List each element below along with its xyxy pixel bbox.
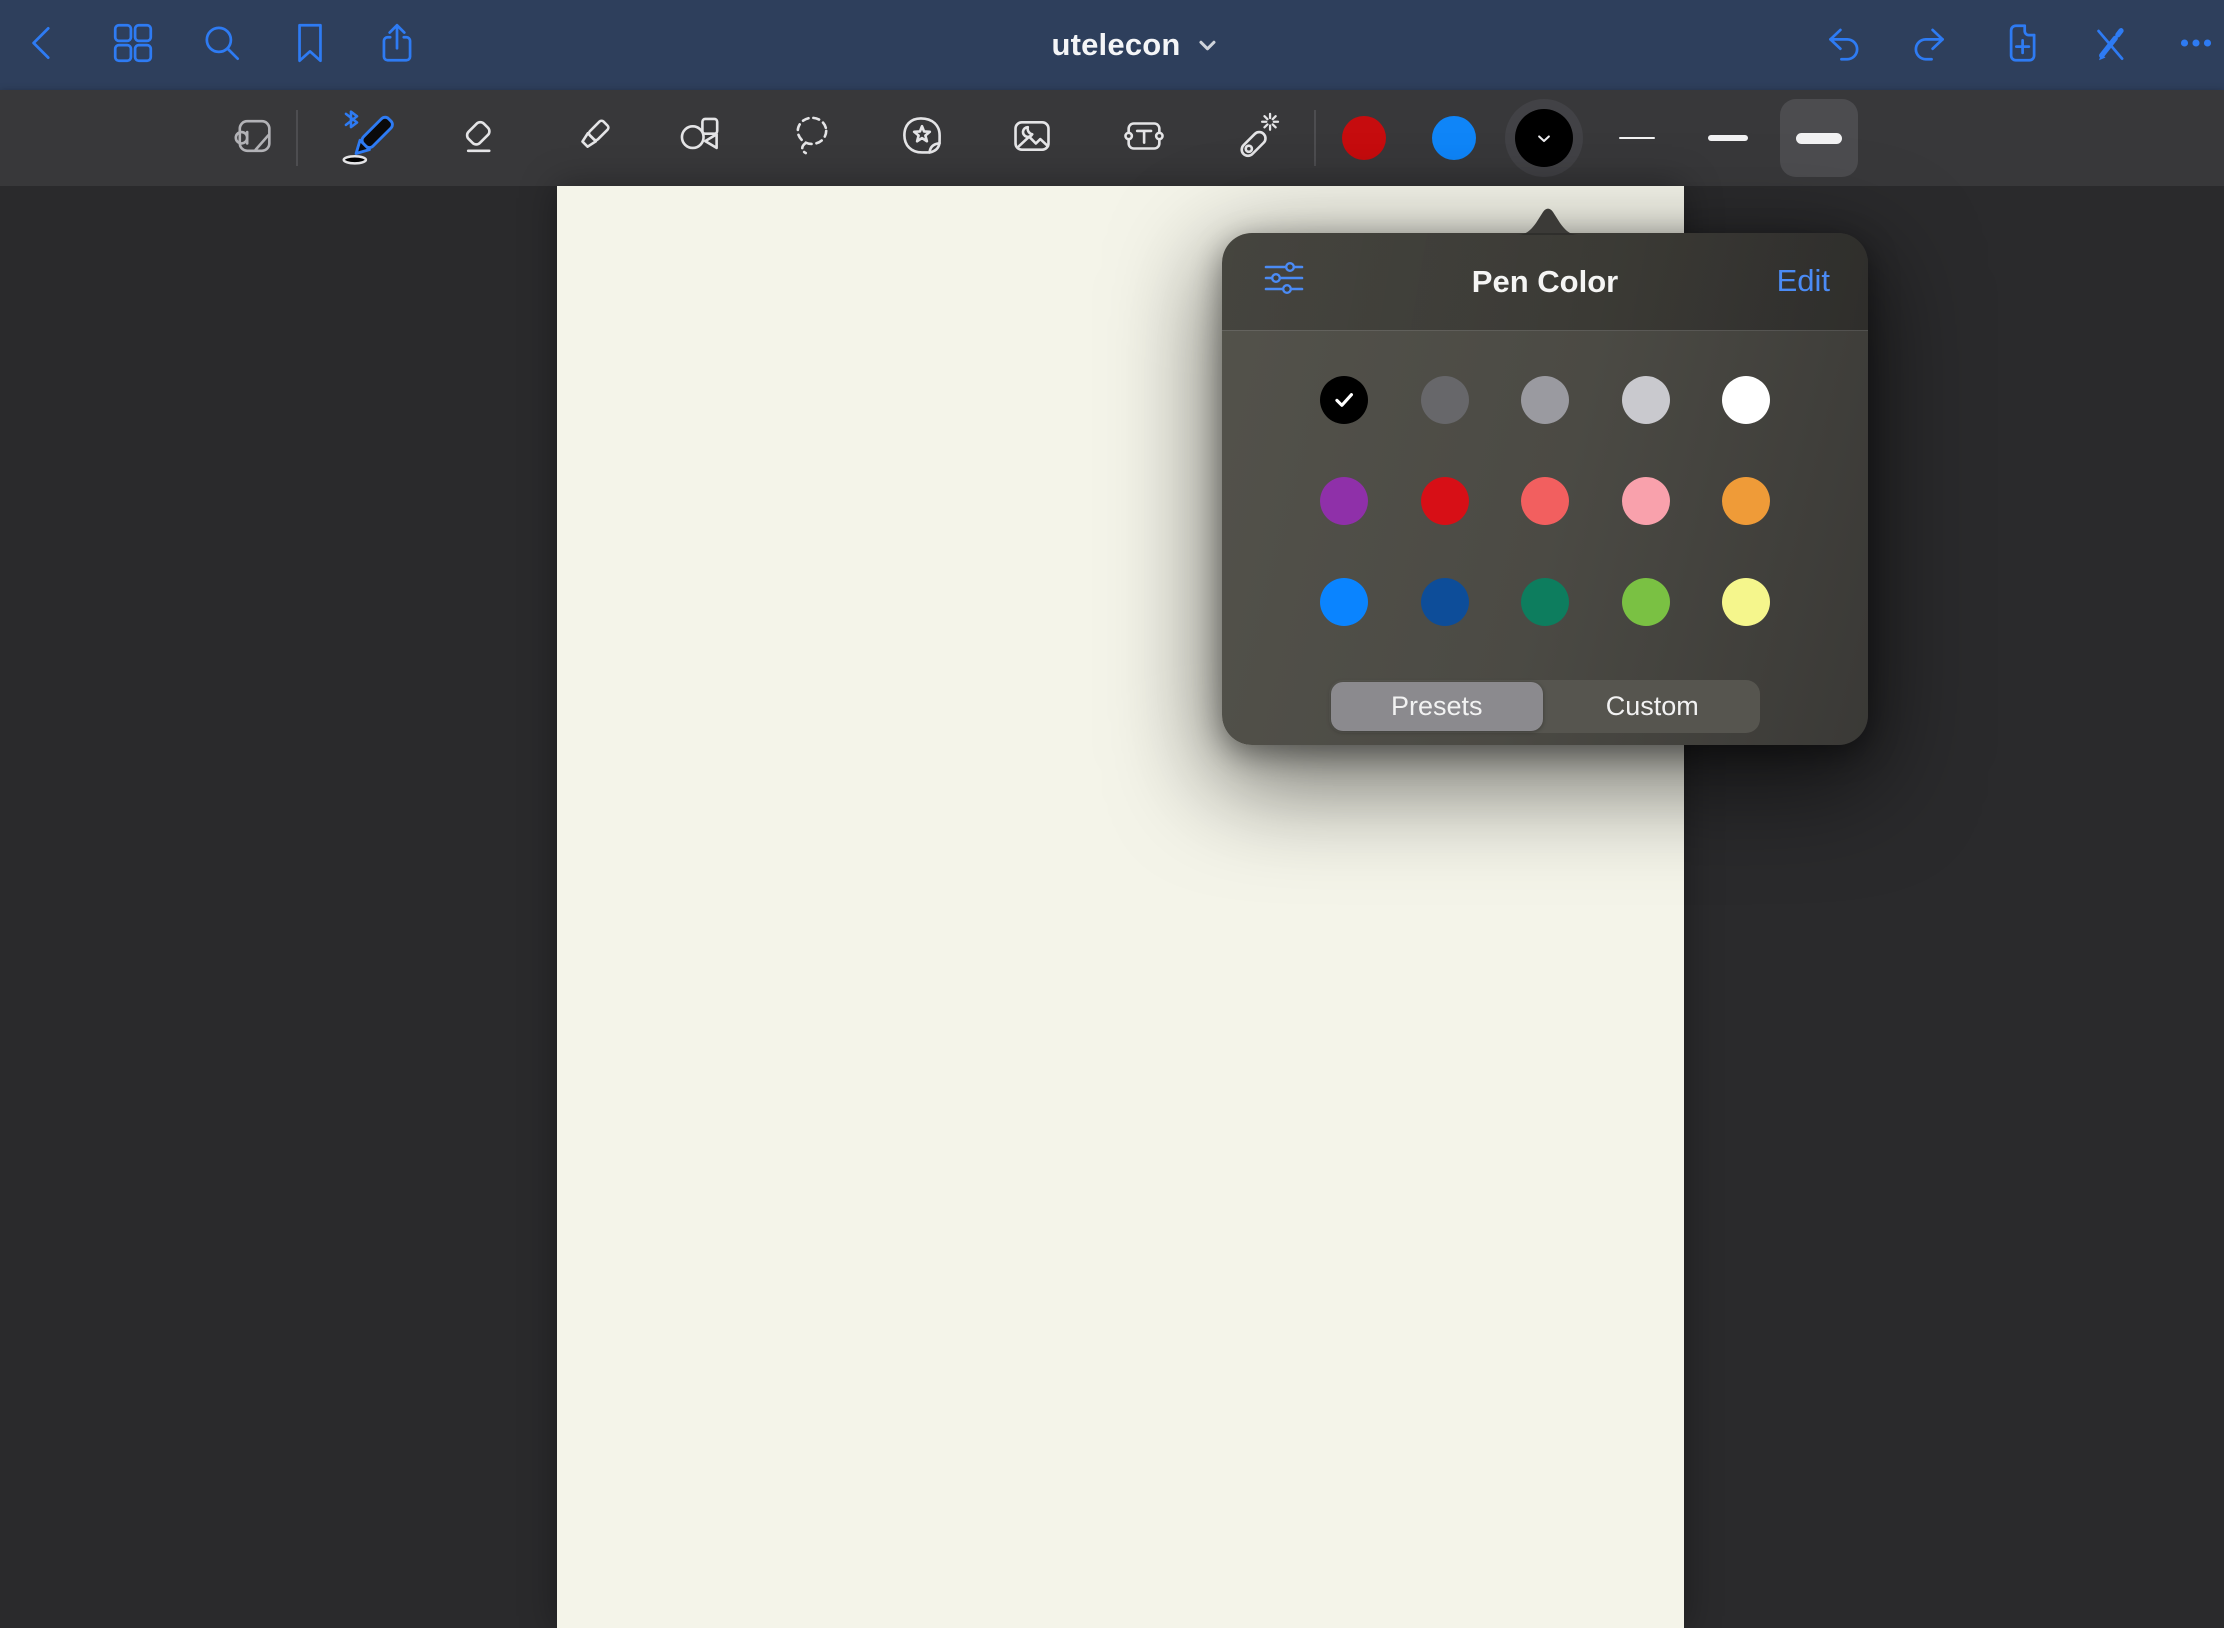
document-title: utelecon	[1051, 27, 1180, 63]
color-swatch-orange[interactable]	[1722, 477, 1770, 525]
share-icon	[374, 20, 420, 71]
search-icon	[199, 20, 245, 71]
color-swatch-blue[interactable]	[1320, 578, 1368, 626]
back-button[interactable]	[15, 17, 71, 73]
add-page-button[interactable]	[1992, 17, 2048, 73]
chevron-down-icon	[1527, 121, 1561, 155]
tab-presets[interactable]: Presets	[1331, 682, 1543, 731]
color-swatch-coral[interactable]	[1521, 477, 1569, 525]
laser-pointer-tool[interactable]	[1225, 106, 1289, 170]
color-swatch-purple[interactable]	[1320, 477, 1368, 525]
stroke-line-thin	[1619, 137, 1655, 140]
stroke-width-thick[interactable]	[1780, 99, 1858, 177]
tab-custom[interactable]: Custom	[1547, 682, 1759, 731]
palette-row	[1320, 376, 1770, 424]
color-swatch-teal[interactable]	[1521, 578, 1569, 626]
text-icon	[1119, 111, 1169, 166]
pen-color-grid	[1320, 376, 1770, 679]
page-panel-tool[interactable]	[222, 106, 286, 170]
color-swatch-red[interactable]	[1421, 477, 1469, 525]
pen-tool-selected[interactable]	[335, 106, 399, 170]
color-swatch-black[interactable]	[1320, 376, 1368, 424]
search-button[interactable]	[194, 17, 250, 73]
popover-header: Pen Color Edit	[1222, 233, 1868, 331]
sticker-star-icon	[897, 111, 947, 166]
bookmark-button[interactable]	[282, 17, 338, 73]
laser-pointer-icon	[1232, 111, 1282, 166]
grid-view-icon	[110, 20, 156, 71]
tools-toolbar	[0, 90, 2224, 186]
toolbar-color-black[interactable]	[1505, 99, 1583, 177]
back-chevron-icon	[20, 20, 66, 71]
popover-arrow	[1516, 203, 1580, 235]
palette-row	[1320, 477, 1770, 525]
palette-row	[1320, 578, 1770, 626]
color-swatch-light-gray[interactable]	[1622, 376, 1670, 424]
stroke-width-medium[interactable]	[1689, 99, 1767, 177]
toolbar-color-swatches	[1325, 99, 1583, 177]
document-title-menu[interactable]: utelecon	[1051, 0, 1220, 90]
shapes-icon	[674, 111, 724, 166]
pen-toggle-icon	[2086, 20, 2132, 71]
stroke-line-medium	[1708, 135, 1748, 141]
goodnotes-app-window: utelecon	[0, 0, 2224, 1628]
color-swatch-gray[interactable]	[1521, 376, 1569, 424]
image-icon	[1007, 111, 1057, 166]
eraser-tool[interactable]	[447, 106, 511, 170]
undo-icon	[1820, 20, 1866, 71]
thumbnails-button[interactable]	[105, 17, 161, 73]
popover-title: Pen Color	[1222, 264, 1868, 300]
lasso-tool[interactable]	[780, 106, 844, 170]
text-tool[interactable]	[1112, 106, 1176, 170]
highlighter-tool[interactable]	[560, 106, 624, 170]
more-options-button[interactable]	[2168, 17, 2224, 73]
stroke-width-options	[1598, 99, 1858, 177]
page-panel-icon	[229, 111, 279, 166]
pen-mode-toggle-button[interactable]	[2081, 17, 2137, 73]
color-swatch-yellow[interactable]	[1722, 578, 1770, 626]
color-swatch-dark-gray[interactable]	[1421, 376, 1469, 424]
color-swatch-navy[interactable]	[1421, 578, 1469, 626]
color-swatch-green[interactable]	[1622, 578, 1670, 626]
top-navigation-bar: utelecon	[0, 0, 2224, 90]
color-swatch-pink[interactable]	[1622, 477, 1670, 525]
more-ellipsis-icon	[2173, 20, 2219, 71]
color-swatch-white[interactable]	[1722, 376, 1770, 424]
undo-button[interactable]	[1815, 17, 1871, 73]
lasso-icon	[787, 111, 837, 166]
redo-button[interactable]	[1902, 17, 1958, 73]
pen-bluetooth-icon	[336, 105, 398, 172]
toolbar-divider	[296, 110, 298, 166]
pen-settings-button[interactable]	[1258, 257, 1310, 305]
eraser-icon	[454, 111, 504, 166]
toolbar-color-blue[interactable]	[1415, 99, 1493, 177]
toolbar-divider	[1314, 110, 1316, 166]
redo-icon	[1907, 20, 1953, 71]
presets-custom-segmented-control: PresetsCustom	[1329, 680, 1760, 733]
image-tool[interactable]	[1000, 106, 1064, 170]
checkmark-icon	[1327, 383, 1361, 417]
pen-color-popover: Pen Color Edit PresetsCustom	[1222, 233, 1868, 745]
shapes-tool[interactable]	[667, 106, 731, 170]
canvas-area	[0, 186, 2224, 1628]
stroke-width-thin[interactable]	[1598, 99, 1676, 177]
edit-colors-button[interactable]: Edit	[1777, 257, 1830, 305]
stickers-tool[interactable]	[890, 106, 954, 170]
toolbar-color-red[interactable]	[1325, 99, 1403, 177]
stroke-line-thick	[1796, 133, 1842, 144]
add-page-icon	[1997, 20, 2043, 71]
chevron-down-icon	[1195, 32, 1221, 58]
share-button[interactable]	[369, 17, 425, 73]
sliders-icon	[1261, 259, 1307, 304]
bookmark-icon	[287, 20, 333, 71]
highlighter-icon	[567, 111, 617, 166]
